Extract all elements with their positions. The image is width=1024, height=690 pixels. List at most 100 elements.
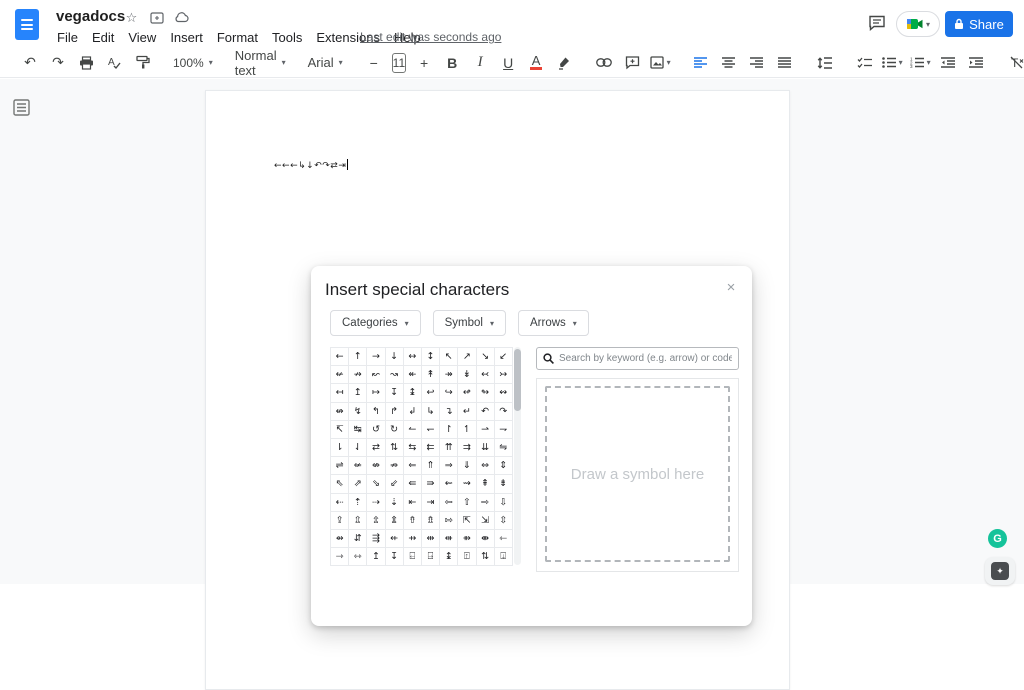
open-comments-icon[interactable] [868,15,886,31]
symbol-cell[interactable]: ↾ [440,420,458,438]
print-button[interactable] [74,51,98,75]
symbol-cell[interactable]: ⇤ [403,493,421,511]
symbol-cell[interactable]: ⇃ [349,438,367,457]
symbol-cell[interactable]: ↥ [349,384,367,402]
highlight-color-button[interactable] [552,51,576,75]
justify-button[interactable] [772,51,796,75]
symbol-cell[interactable]: ⇀ [476,420,494,438]
symbol-cell[interactable]: ↔ [403,348,421,366]
symbol-cell[interactable]: ↝ [385,366,403,384]
symbol-cell[interactable]: ⇅ [385,438,403,457]
symbol-cell[interactable]: ⇮ [403,511,421,529]
symbol-cell[interactable]: ⇷ [385,529,403,548]
symbol-cell[interactable]: ↼ [403,420,421,438]
menu-item-view[interactable]: View [121,28,163,47]
symbol-cell[interactable]: ↳ [421,402,440,420]
symbol-cell[interactable]: ⇥ [421,493,440,511]
font-size-input[interactable]: 11 [391,52,407,73]
symbol-cell[interactable]: ↭ [494,384,512,402]
symbol-cell[interactable]: ⇉ [458,438,476,457]
symbol-grid-scrollbar[interactable] [514,347,521,565]
checklist-button[interactable] [852,51,876,75]
insert-image-button[interactable]: ▾ [648,51,672,75]
symbol-cell[interactable]: ↚ [331,366,349,384]
show-outline-button[interactable] [13,99,30,116]
symbol-cell[interactable]: ⇈ [440,438,458,457]
symbol-cell[interactable]: ← [331,348,349,366]
scrollbar-thumb[interactable] [514,349,521,411]
symbol-cell[interactable]: ↖ [440,348,458,366]
symbol-cell[interactable]: ⇫ [349,511,367,529]
symbol-cell[interactable]: ⇌ [331,457,349,475]
document-title[interactable]: vegadocs [56,8,125,25]
symbol-cell[interactable]: ↗ [458,348,476,366]
bulleted-list-button[interactable]: ▾ [880,51,904,75]
symbol-cell[interactable]: ⇗ [349,475,367,493]
line-spacing-button[interactable] [812,51,836,75]
symbol-cell[interactable]: ⇠ [331,493,349,511]
menu-item-tools[interactable]: Tools [265,28,309,47]
symbol-cell[interactable]: ⇼ [476,529,494,548]
symbol-cell[interactable]: ↸ [331,420,349,438]
menu-item-insert[interactable]: Insert [163,28,210,47]
symbol-cell[interactable]: ⇨ [476,493,494,511]
symbol-cell[interactable]: ↜ [367,366,385,384]
symbol-cell[interactable]: ⇧ [458,493,476,511]
symbol-cell[interactable]: ⇒ [440,457,458,475]
symbol-cell[interactable]: ⇄ [367,438,385,457]
symbol-cell[interactable]: ⇙ [385,475,403,493]
symbol-cell[interactable]: ↩ [421,384,440,402]
symbol-cell[interactable]: ⇢ [367,493,385,511]
symbol-cell[interactable]: ⇕ [494,457,512,475]
symbol-cell[interactable]: ⇿ [349,548,367,566]
symbol-cell[interactable]: ⇾ [331,548,349,566]
symbol-cell[interactable]: ⇳ [494,511,512,529]
numbered-list-button[interactable]: 123 ▾ [908,51,932,75]
font-select[interactable]: Arial ▾ [303,55,348,70]
decrease-indent-button[interactable] [936,51,960,75]
symbol-cell[interactable]: ⇓ [458,457,476,475]
underline-button[interactable]: U [496,51,520,75]
symbol-cell[interactable]: ↴ [440,402,458,420]
symbol-cell[interactable]: ↶ [476,402,494,420]
symbol-cell[interactable]: ↠ [440,366,458,384]
symbol-cell[interactable]: ↬ [476,384,494,402]
zoom-select[interactable]: 100% ▾ [168,56,218,70]
join-call-button[interactable]: ▾ [896,11,940,37]
spell-check-button[interactable]: A [102,51,126,75]
symbol-cell[interactable]: ⇸ [403,529,421,548]
symbol-cell[interactable]: ↣ [494,366,512,384]
last-edit-link[interactable]: Last edit was seconds ago [360,30,501,44]
symbol-cell[interactable]: ⇖ [331,475,349,493]
increase-indent-button[interactable] [964,51,988,75]
symbol-cell[interactable]: ↨ [440,548,458,566]
symbol-cell[interactable]: ↦ [367,384,385,402]
symbol-cell[interactable]: ⇦ [440,493,458,511]
symbol-cell[interactable]: ⇋ [494,438,512,457]
text-color-button[interactable]: A [524,51,548,75]
symbol-cell[interactable]: ⇂ [331,438,349,457]
symbol-cell[interactable]: ⇐ [403,457,421,475]
symbol-cell[interactable]: ↙ [494,348,512,366]
symbol-cell[interactable]: ↷ [494,402,512,420]
symbol-cell[interactable]: ↪ [440,384,458,402]
symbol-cell[interactable]: ↧ [385,384,403,402]
symbol-cell[interactable]: ⇝ [458,475,476,493]
symbol-cell[interactable]: ↡ [458,366,476,384]
symbol-cell[interactable]: ⇺ [440,529,458,548]
symbol-cell[interactable]: ⇱ [458,511,476,529]
symbol-cell[interactable]: ⇜ [440,475,458,493]
symbol-cell[interactable]: ↥ [367,548,385,566]
symbol-cell[interactable]: ⇵ [349,529,367,548]
symbol-cell[interactable]: → [367,348,385,366]
symbol-cell[interactable]: ↻ [385,420,403,438]
symbol-search-input[interactable] [559,353,732,364]
symbol-cell[interactable]: ⍗ [494,548,512,566]
symbol-cell[interactable]: ⇩ [494,493,512,511]
symbol-cell[interactable]: ⇲ [476,511,494,529]
symbol-cell[interactable]: ↱ [385,402,403,420]
symbol-cell[interactable]: ⇊ [476,438,494,457]
decrease-font-size-button[interactable]: − [362,51,386,75]
share-button[interactable]: Share [945,11,1013,37]
symbol-cell[interactable]: ⍈ [421,548,440,566]
